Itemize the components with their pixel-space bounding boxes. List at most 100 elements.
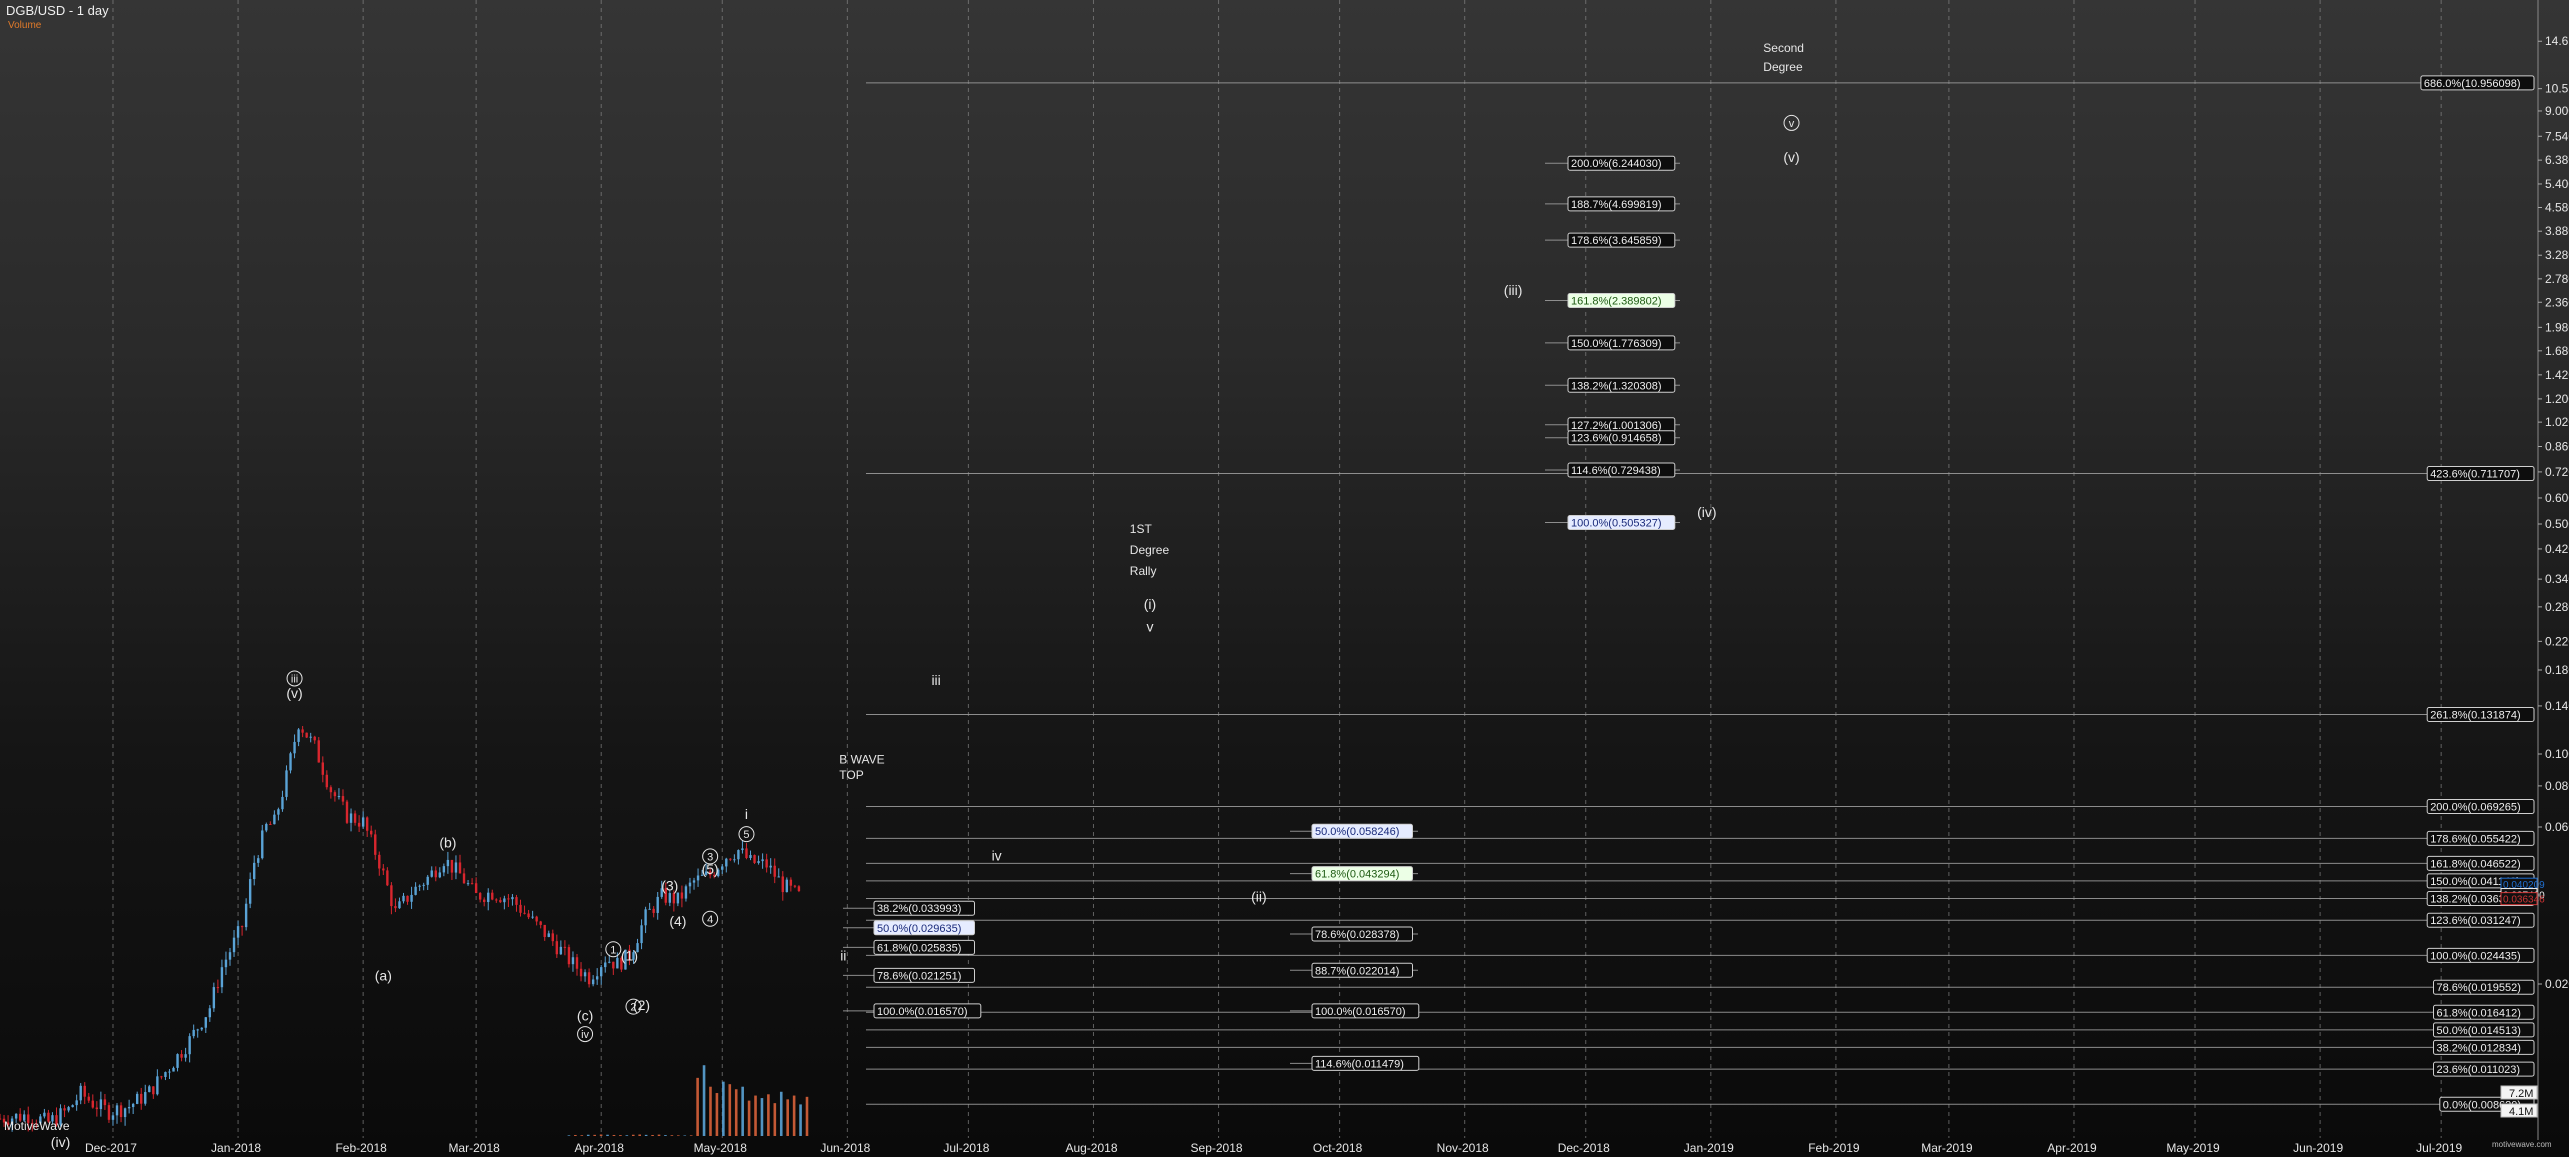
candle-body: [281, 796, 284, 810]
candle-body: [729, 858, 732, 860]
candle-body: [442, 866, 446, 873]
volume-bar: [638, 1134, 642, 1136]
volume-bar: [715, 1093, 719, 1136]
chart-stage[interactable]: 686.0%(10.956098) 423.6%(0.711707) 261.8%(…: [0, 0, 2569, 1157]
candle-body: [503, 898, 506, 903]
candle-body: [67, 1107, 70, 1111]
candle-body: [591, 979, 595, 985]
candle-body: [135, 1093, 139, 1104]
candle-body: [600, 967, 603, 977]
wave-label: (ii): [1251, 889, 1267, 905]
credit-text: motivewave.com: [2492, 1140, 2552, 1149]
volume-bar: [606, 1134, 609, 1136]
candle-body: [63, 1108, 66, 1111]
candle-body: [232, 937, 236, 953]
candle-body: [721, 866, 724, 870]
x-tick-label: May-2019: [2166, 1141, 2220, 1155]
volume-bar: [754, 1095, 757, 1136]
wave-label: iv: [992, 847, 1002, 863]
candle-body: [737, 850, 740, 860]
candle-body: [269, 824, 272, 826]
candle-body: [111, 1115, 115, 1120]
wave-label: 1: [610, 944, 616, 956]
candle-body: [257, 858, 260, 863]
y-tick-label: 1.420000: [2545, 368, 2569, 382]
candle-body: [115, 1105, 119, 1116]
x-tick-label: Dec-2018: [1558, 1141, 1610, 1155]
fib-label: 123.6%(0.914658): [1571, 433, 1662, 445]
wave-label: (a): [375, 967, 392, 983]
candle-body: [692, 880, 696, 883]
y-tick-label: 1.680000: [2545, 344, 2569, 358]
wave-label: (3): [661, 877, 678, 893]
candle-body: [220, 967, 224, 988]
candle-body: [277, 809, 280, 815]
y-tick-label: 1.980000: [2545, 320, 2569, 334]
candle-body: [253, 862, 256, 880]
candle-body: [765, 859, 768, 868]
annotation-text: Degree: [1763, 60, 1803, 74]
volume-bar: [683, 1135, 687, 1136]
candle-body: [119, 1105, 123, 1118]
price-chart[interactable]: 686.0%(10.956098) 423.6%(0.711707) 261.8%(…: [0, 0, 2569, 1157]
candle-body: [152, 1086, 155, 1095]
candle-body: [261, 830, 264, 859]
candle-body: [438, 872, 442, 878]
candle-body: [462, 873, 466, 884]
candle-body: [361, 817, 365, 827]
y-tick-label: 0.100000: [2545, 747, 2569, 761]
candle-body: [575, 957, 579, 969]
candle-body: [406, 895, 409, 902]
fib-label: 178.6%(0.055422): [2430, 833, 2521, 845]
candle-body: [0, 1118, 2, 1120]
fib-label: 78.6%(0.021251): [877, 970, 961, 982]
volume-bar: [664, 1135, 667, 1136]
wave-label: (4): [669, 913, 686, 929]
candle-body: [487, 892, 490, 902]
wave-label: (iv): [51, 1134, 70, 1150]
volume-bar: [696, 1077, 699, 1136]
candle-body: [555, 941, 559, 955]
candle-body: [156, 1076, 159, 1095]
fib-label: 150.0%(1.776309): [1571, 338, 1662, 350]
candle-body: [434, 870, 437, 878]
candle-body: [571, 957, 575, 965]
candle-body: [273, 814, 276, 825]
candle-body: [745, 848, 748, 858]
candle-body: [176, 1054, 179, 1068]
fib-label: 161.8%(0.046522): [2430, 858, 2521, 870]
candle-body: [527, 913, 530, 918]
volume-bar: [779, 1091, 783, 1136]
x-tick-label: May-2018: [694, 1141, 748, 1155]
candle-body: [329, 787, 333, 793]
candle-body: [188, 1036, 191, 1055]
candle-body: [725, 858, 728, 867]
y-tick-label: 1.200000: [2545, 392, 2569, 406]
candle-body: [180, 1054, 183, 1058]
x-tick-label: Oct-2018: [1313, 1141, 1363, 1155]
y-tick-label: 0.080000: [2545, 779, 2569, 793]
candle-body: [676, 892, 680, 904]
candle-body: [563, 946, 567, 948]
candle-body: [365, 817, 369, 831]
candle-body: [482, 899, 486, 902]
candle-body: [535, 916, 538, 922]
candle-body: [103, 1099, 107, 1106]
fib-label: 200.0%(0.069265): [2430, 801, 2521, 813]
candle-body: [333, 792, 337, 797]
volume-bar: [773, 1103, 777, 1136]
x-tick-label: Jun-2018: [820, 1141, 870, 1155]
candle-body: [224, 959, 228, 968]
y-tick-label: 0.060000: [2545, 820, 2569, 834]
volume-bar: [709, 1086, 712, 1136]
candle-body: [547, 933, 550, 937]
wave-label: (v): [286, 685, 302, 701]
y-tick-label: 3.280000: [2545, 248, 2569, 262]
candle-body: [495, 899, 498, 901]
candle-body: [184, 1054, 187, 1058]
wave-label: iv: [581, 1029, 589, 1041]
candle-body: [248, 879, 252, 904]
candle-body: [507, 898, 510, 900]
fib-label: 114.6%(0.729438): [1571, 465, 1661, 477]
volume-bar: [567, 1135, 571, 1136]
